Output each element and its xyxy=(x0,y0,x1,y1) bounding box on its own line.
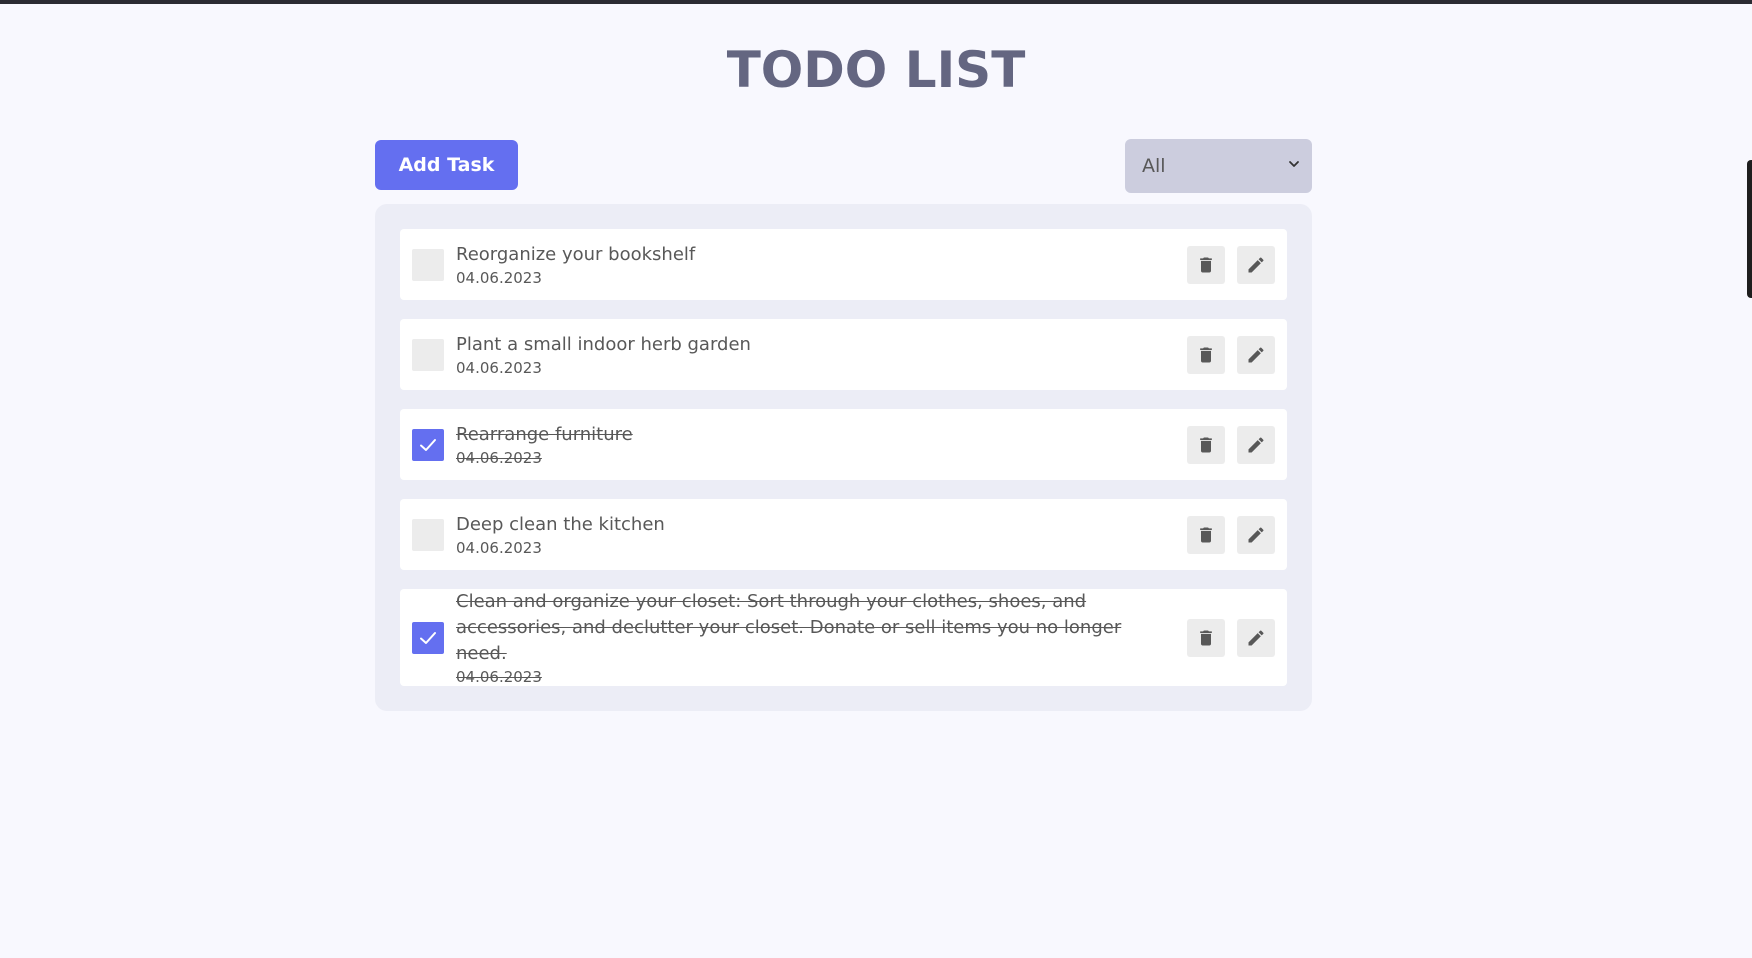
edit-button[interactable] xyxy=(1237,335,1275,374)
task-checkbox[interactable] xyxy=(412,518,444,551)
edit-button[interactable] xyxy=(1237,245,1275,284)
task-date: 04.06.2023 xyxy=(456,358,542,377)
pencil-icon xyxy=(1248,436,1264,452)
task-date: 04.06.2023 xyxy=(456,448,542,467)
task-checkbox[interactable] xyxy=(412,248,444,281)
delete-button[interactable] xyxy=(1187,515,1225,554)
task-date: 04.06.2023 xyxy=(456,538,542,557)
task-title: Reorganize your bookshelf xyxy=(456,243,696,265)
chevron-down-icon xyxy=(1289,161,1299,167)
pencil-icon xyxy=(1248,346,1264,362)
task-item: Reorganize your bookshelf 04.06.2023 xyxy=(400,229,1287,300)
delete-button[interactable] xyxy=(1187,425,1225,464)
delete-button[interactable] xyxy=(1187,335,1225,374)
trash-icon xyxy=(1200,527,1212,542)
delete-button[interactable] xyxy=(1187,618,1225,657)
delete-button[interactable] xyxy=(1187,245,1225,284)
task-checkbox[interactable] xyxy=(412,338,444,371)
task-date: 04.06.2023 xyxy=(456,268,542,287)
task-title: Rearrange furniture xyxy=(456,423,633,445)
task-title: Clean and organize your closet: Sort thr… xyxy=(456,590,1122,664)
task-checkbox[interactable] xyxy=(412,621,444,654)
edit-button[interactable] xyxy=(1237,618,1275,657)
pencil-icon xyxy=(1248,256,1264,272)
filter-selected-value: All xyxy=(1142,155,1166,177)
edit-button[interactable] xyxy=(1237,425,1275,464)
trash-icon xyxy=(1200,437,1212,452)
task-item: Plant a small indoor herb garden 04.06.2… xyxy=(400,319,1287,390)
status-filter-select[interactable]: All xyxy=(1125,139,1312,193)
check-icon xyxy=(420,631,436,644)
side-panel-handle[interactable] xyxy=(1747,160,1752,298)
check-icon xyxy=(420,438,436,451)
task-item: Clean and organize your closet: Sort thr… xyxy=(400,589,1287,686)
task-checkbox[interactable] xyxy=(412,428,444,461)
task-title: Plant a small indoor herb garden xyxy=(456,333,751,355)
todo-app: Add Task All Reorganize your bookshelf 0… xyxy=(375,139,1312,711)
task-date: 04.06.2023 xyxy=(456,667,542,686)
task-title: Deep clean the kitchen xyxy=(456,513,665,535)
task-list: Reorganize your bookshelf 04.06.2023 Pla… xyxy=(375,204,1312,711)
pencil-icon xyxy=(1248,526,1264,542)
trash-icon xyxy=(1200,257,1212,272)
edit-button[interactable] xyxy=(1237,515,1275,554)
task-item: Rearrange furniture 04.06.2023 xyxy=(400,409,1287,480)
add-task-button[interactable]: Add Task xyxy=(375,140,518,190)
trash-icon xyxy=(1200,630,1212,645)
toolbar: Add Task All xyxy=(375,139,1312,193)
task-item: Deep clean the kitchen 04.06.2023 xyxy=(400,499,1287,570)
page-title: TODO LIST xyxy=(726,41,1026,99)
trash-icon xyxy=(1200,347,1212,362)
pencil-icon xyxy=(1248,629,1264,645)
